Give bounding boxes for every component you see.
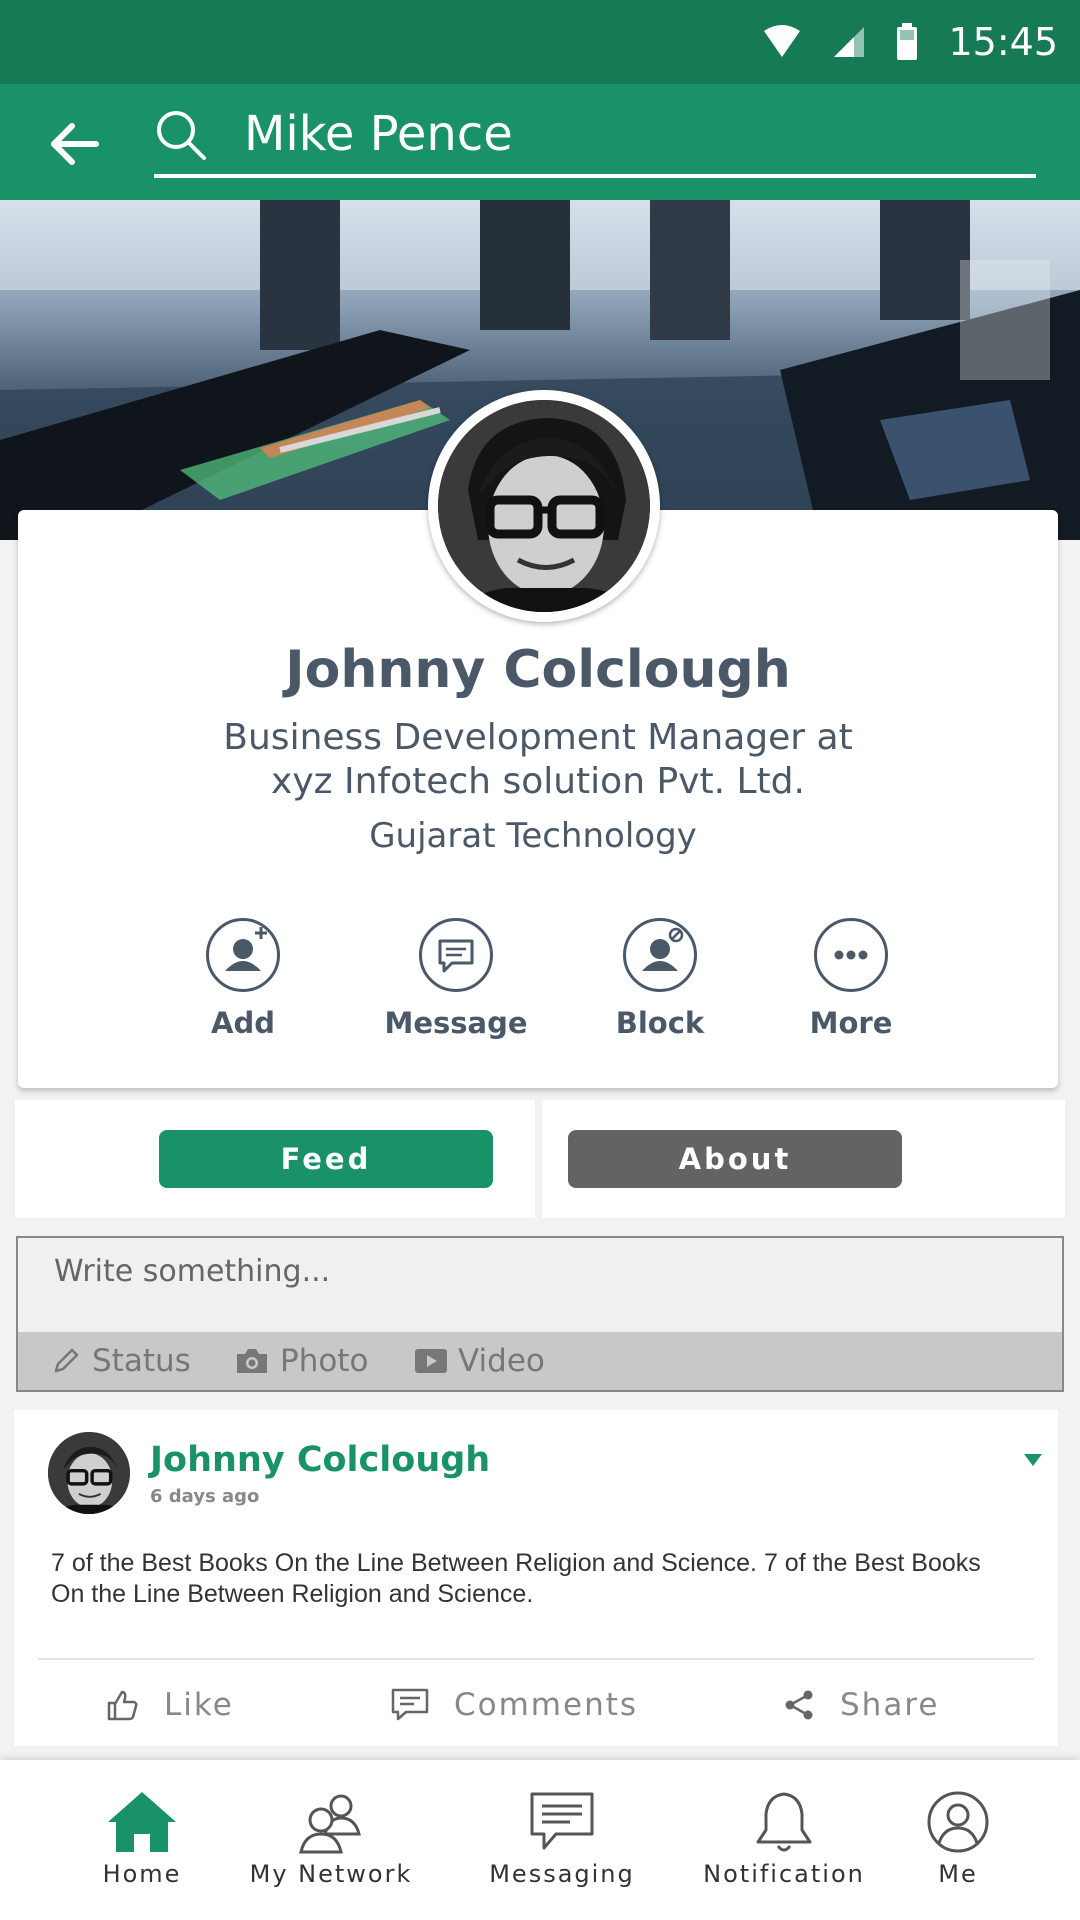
nav-me[interactable]: Me — [908, 1760, 1008, 1920]
post-author-name[interactable]: Johnny Colclough — [150, 1440, 490, 1480]
post-author-avatar[interactable] — [48, 1432, 130, 1514]
block-user-icon — [623, 918, 697, 992]
message-icon — [419, 918, 493, 992]
photo-button[interactable]: Photo — [234, 1332, 368, 1390]
nav-me-label: Me — [938, 1860, 978, 1888]
video-icon — [415, 1349, 447, 1373]
nav-notification[interactable]: Notification — [696, 1760, 872, 1920]
nav-messaging[interactable]: Messaging — [480, 1760, 644, 1920]
profile-actions: Add Message Block More — [18, 918, 1058, 1048]
video-label: Video — [458, 1343, 545, 1379]
more-button[interactable]: More — [766, 918, 936, 1040]
feed-post: Johnny Colclough 6 days ago 7 of the Bes… — [14, 1410, 1058, 1746]
add-user-icon — [206, 918, 280, 992]
profile-tabs: Feed About — [15, 1100, 1065, 1218]
add-label: Add — [211, 1006, 275, 1040]
signal-icon — [834, 27, 865, 57]
profile-title-line1: Business Development Manager at — [223, 717, 853, 758]
profile-avatar[interactable] — [428, 390, 660, 622]
block-label: Block — [615, 1006, 705, 1040]
profile-name: Johnny Colclough — [285, 640, 791, 700]
search-bar[interactable]: Mike Pence — [154, 98, 1036, 178]
wifi-icon — [764, 25, 801, 57]
post-timestamp: 6 days ago — [150, 1486, 260, 1507]
search-icon — [157, 111, 206, 160]
profile-title: Business Development Manager at xyz Info… — [188, 716, 888, 804]
search-input[interactable]: Mike Pence — [244, 106, 513, 162]
composer-input[interactable]: Write something... — [54, 1254, 330, 1289]
post-divider — [38, 1658, 1034, 1660]
status-label: Status — [92, 1343, 191, 1379]
status-button[interactable]: Status — [50, 1332, 191, 1390]
comments-button[interactable]: Comments — [390, 1672, 638, 1738]
network-icon — [299, 1794, 361, 1854]
profile-title-line2: xyz Infotech solution Pvt. Ltd. — [271, 761, 805, 802]
clock: 15:45 — [948, 20, 1058, 64]
message-button[interactable]: Message — [371, 918, 541, 1040]
about-tab-pane: About — [542, 1100, 1065, 1218]
bell-icon — [756, 1792, 812, 1852]
status-bar: 15:45 — [0, 0, 1080, 84]
thumbs-up-icon — [107, 1690, 138, 1721]
profile-photo — [438, 400, 650, 612]
nav-messaging-label: Messaging — [489, 1860, 635, 1888]
like-label: Like — [164, 1687, 234, 1723]
block-button[interactable]: Block — [575, 918, 745, 1040]
post-text: 7 of the Best Books On the Line Between … — [51, 1549, 981, 1608]
status-icons: 15:45 — [762, 0, 1058, 84]
back-arrow-icon[interactable] — [44, 114, 104, 174]
post-composer[interactable]: Write something... Status Photo Video — [16, 1236, 1064, 1392]
share-icon — [785, 1690, 813, 1720]
tab-about[interactable]: About — [568, 1130, 902, 1188]
photo-label: Photo — [280, 1343, 369, 1379]
nav-my-network[interactable]: My Network — [246, 1760, 416, 1920]
add-button[interactable]: Add — [158, 918, 328, 1040]
home-icon — [108, 1792, 176, 1852]
share-button[interactable]: Share — [782, 1672, 939, 1738]
app-bar: Mike Pence — [0, 84, 1080, 200]
more-icon — [814, 918, 888, 992]
composer-toolbar: Status Photo Video — [18, 1332, 1062, 1390]
messaging-icon — [530, 1792, 594, 1850]
post-menu-dropdown-icon[interactable] — [1024, 1454, 1042, 1466]
message-label: Message — [384, 1006, 528, 1040]
nav-home-label: Home — [102, 1860, 182, 1888]
like-button[interactable]: Like — [106, 1672, 234, 1738]
battery-icon — [897, 23, 918, 60]
bottom-navigation: Home My Network Messaging Notification M… — [0, 1760, 1080, 1920]
comments-label: Comments — [454, 1687, 639, 1723]
nav-my-network-label: My Network — [249, 1860, 413, 1888]
profile-company: Gujarat Technology — [369, 816, 697, 856]
pencil-icon — [54, 1348, 79, 1373]
comment-icon — [391, 1688, 429, 1721]
video-button[interactable]: Video — [414, 1332, 545, 1390]
more-label: More — [809, 1006, 893, 1040]
nav-home[interactable]: Home — [82, 1760, 202, 1920]
profile-icon — [927, 1791, 989, 1853]
camera-icon — [237, 1349, 267, 1373]
feed-tab-pane: Feed — [15, 1100, 535, 1218]
nav-notification-label: Notification — [703, 1860, 865, 1888]
tab-feed[interactable]: Feed — [159, 1130, 493, 1188]
share-label: Share — [840, 1687, 940, 1723]
